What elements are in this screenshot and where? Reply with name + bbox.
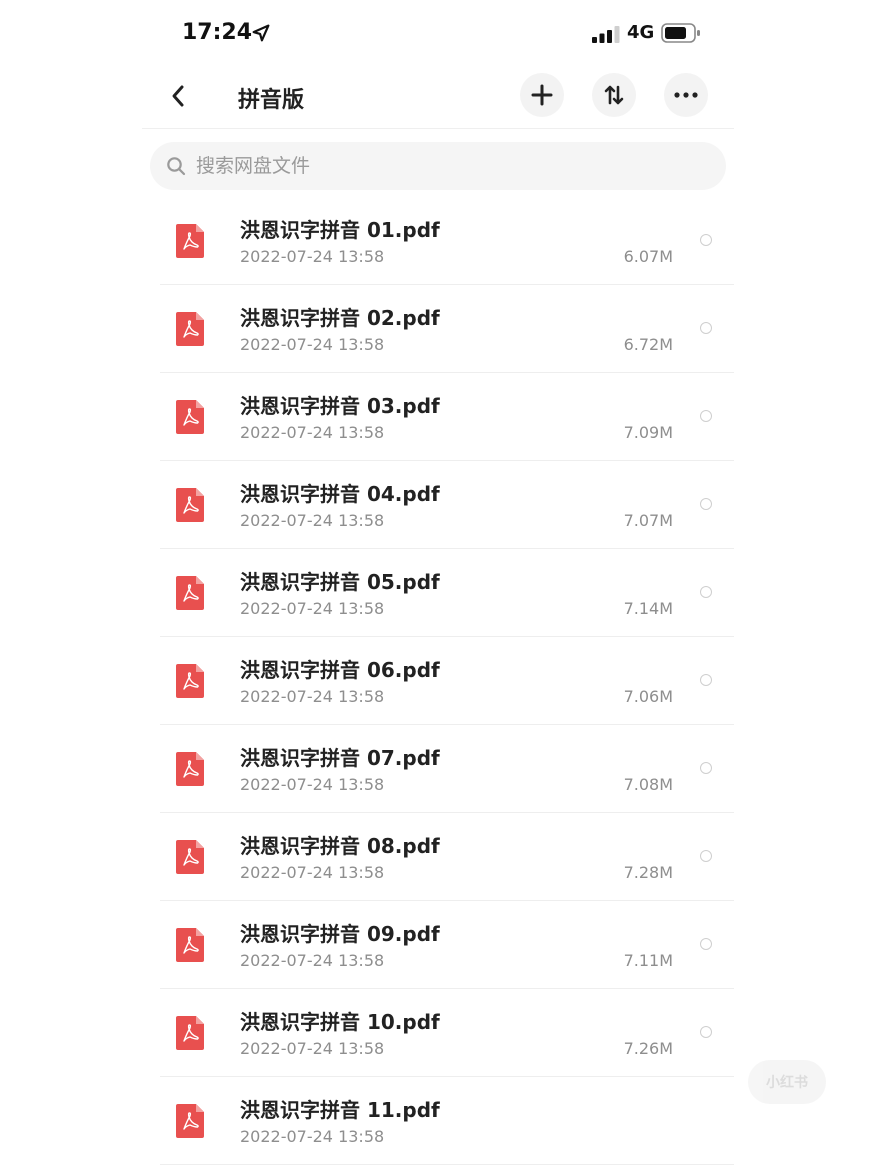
file-date: 2022-07-24 13:58 [240, 1039, 385, 1058]
file-date: 2022-07-24 13:58 [240, 511, 385, 530]
search-bar[interactable] [150, 142, 726, 190]
file-row[interactable]: 洪恩识字拼音 03.pdf 2022-07-24 13:58 7.09M [160, 374, 734, 461]
file-row[interactable]: 洪恩识字拼音 05.pdf 2022-07-24 13:58 7.14M [160, 550, 734, 637]
page-title: 拼音版 [238, 88, 305, 113]
pdf-file-icon [176, 840, 204, 874]
file-row[interactable]: 洪恩识字拼音 10.pdf 2022-07-24 13:58 7.26M [160, 990, 734, 1077]
location-arrow-icon [252, 24, 270, 42]
pdf-file-icon [176, 664, 204, 698]
network-type: 4G [627, 22, 655, 43]
pdf-file-icon [176, 1016, 204, 1050]
status-bar: 17:24 4G [142, 0, 734, 64]
select-radio[interactable] [700, 234, 712, 246]
pdf-file-icon [176, 224, 204, 258]
plus-icon [531, 84, 553, 106]
status-time: 17:24 [182, 20, 253, 45]
file-row[interactable]: 洪恩识字拼音 06.pdf 2022-07-24 13:58 7.06M [160, 638, 734, 725]
select-radio[interactable] [700, 410, 712, 422]
phone-screen: 17:24 4G 拼音版 搜索网盘文件 洪恩识字拼音 01.pdf 2022-0… [142, 0, 734, 1168]
file-date: 2022-07-24 13:58 [240, 863, 385, 882]
select-radio[interactable] [700, 850, 712, 862]
file-row[interactable]: 洪恩识字拼音 01.pdf 2022-07-24 13:58 6.07M [160, 198, 734, 285]
back-button[interactable] [160, 78, 196, 114]
select-radio[interactable] [700, 322, 712, 334]
file-size: 6.07M [623, 247, 673, 266]
file-list: 洪恩识字拼音 01.pdf 2022-07-24 13:58 6.07M 洪恩识字拼音… [160, 198, 734, 1166]
select-radio[interactable] [700, 938, 712, 950]
add-button[interactable] [520, 73, 564, 117]
file-name: 洪恩识字拼音 11.pdf [240, 1098, 440, 1122]
sort-button[interactable] [592, 73, 636, 117]
file-name: 洪恩识字拼音 01.pdf [240, 218, 440, 242]
file-name: 洪恩识字拼音 05.pdf [240, 570, 440, 594]
pdf-file-icon [176, 488, 204, 522]
file-size: 6.72M [623, 335, 673, 354]
watermark-badge: 小红书 [748, 1060, 826, 1104]
file-name: 洪恩识字拼音 03.pdf [240, 394, 440, 418]
file-size: 7.14M [623, 599, 673, 618]
more-button[interactable] [664, 73, 708, 117]
file-date: 2022-07-24 13:58 [240, 1127, 385, 1146]
file-name: 洪恩识字拼音 10.pdf [240, 1010, 440, 1034]
pdf-file-icon [176, 400, 204, 434]
file-size: 7.28M [623, 863, 673, 882]
file-name: 洪恩识字拼音 08.pdf [240, 834, 440, 858]
file-date: 2022-07-24 13:58 [240, 335, 385, 354]
file-name: 洪恩识字拼音 09.pdf [240, 922, 440, 946]
file-date: 2022-07-24 13:58 [240, 423, 385, 442]
more-dots-icon [674, 92, 698, 98]
file-name: 洪恩识字拼音 07.pdf [240, 746, 440, 770]
navigation-bar: 拼音版 [142, 64, 734, 129]
pdf-file-icon [176, 576, 204, 610]
search-input[interactable] [196, 142, 696, 190]
file-row[interactable]: 洪恩识字拼音 09.pdf 2022-07-24 13:58 7.11M [160, 902, 734, 989]
sort-arrows-icon [604, 85, 624, 105]
file-name: 洪恩识字拼音 02.pdf [240, 306, 440, 330]
file-row[interactable]: 洪恩识字拼音 07.pdf 2022-07-24 13:58 7.08M [160, 726, 734, 813]
file-date: 2022-07-24 13:58 [240, 951, 385, 970]
back-chevron-icon [172, 85, 184, 107]
signal-icon [592, 26, 620, 43]
file-size: 7.06M [623, 687, 673, 706]
select-radio[interactable] [700, 498, 712, 510]
pdf-file-icon [176, 928, 204, 962]
file-date: 2022-07-24 13:58 [240, 599, 385, 618]
select-radio[interactable] [700, 1026, 712, 1038]
select-radio[interactable] [700, 674, 712, 686]
file-size: 7.07M [623, 511, 673, 530]
file-name: 洪恩识字拼音 06.pdf [240, 658, 440, 682]
file-date: 2022-07-24 13:58 [240, 247, 385, 266]
file-date: 2022-07-24 13:58 [240, 775, 385, 794]
pdf-file-icon [176, 312, 204, 346]
watermark-label: 小红书 [766, 1075, 808, 1091]
file-size: 7.26M [623, 1039, 673, 1058]
file-row[interactable]: 洪恩识字拼音 04.pdf 2022-07-24 13:58 7.07M [160, 462, 734, 549]
select-radio[interactable] [700, 586, 712, 598]
file-row[interactable]: 洪恩识字拼音 08.pdf 2022-07-24 13:58 7.28M [160, 814, 734, 901]
battery-icon [661, 23, 700, 43]
file-date: 2022-07-24 13:58 [240, 687, 385, 706]
file-row[interactable]: 洪恩识字拼音 02.pdf 2022-07-24 13:58 6.72M [160, 286, 734, 373]
file-row[interactable]: 洪恩识字拼音 11.pdf 2022-07-24 13:58 [160, 1078, 734, 1165]
file-name: 洪恩识字拼音 04.pdf [240, 482, 440, 506]
pdf-file-icon [176, 752, 204, 786]
pdf-file-icon [176, 1104, 204, 1138]
file-size: 7.11M [623, 951, 673, 970]
file-size: 7.08M [623, 775, 673, 794]
select-radio[interactable] [700, 762, 712, 774]
file-size: 7.09M [623, 423, 673, 442]
search-icon [167, 157, 186, 176]
